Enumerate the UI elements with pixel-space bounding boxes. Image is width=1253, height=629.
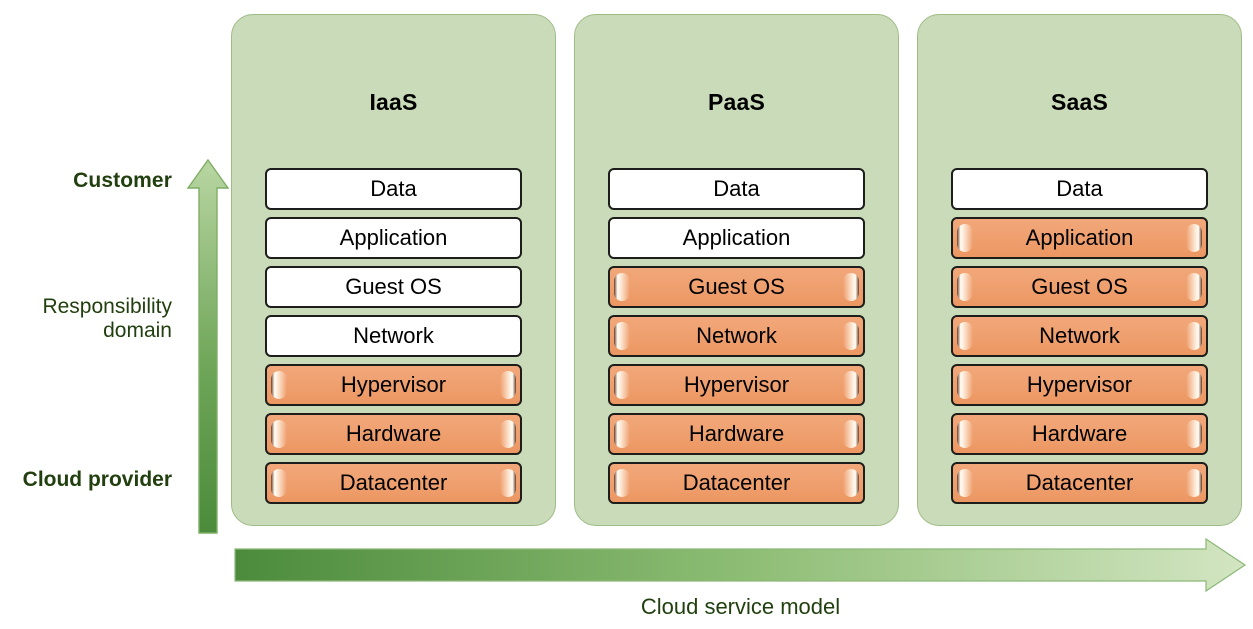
layer-label: Datacenter	[339, 470, 448, 495]
layer-box-data[interactable]: Data	[608, 168, 865, 210]
layer-box-hardware[interactable]: Hardware	[951, 413, 1208, 455]
layer-stack-paas: Data Application Guest OS Network Hyperv…	[608, 168, 865, 504]
bevel-highlight-right-icon	[1186, 420, 1202, 448]
bevel-highlight-left-icon	[614, 273, 630, 301]
layer-label: Data	[370, 176, 417, 201]
layer-label: Guest OS	[1031, 274, 1128, 299]
bevel-highlight-left-icon	[957, 371, 973, 399]
bevel-highlight-left-icon	[957, 273, 973, 301]
layer-box-hypervisor[interactable]: Hypervisor	[265, 364, 522, 406]
layer-box-data[interactable]: Data	[951, 168, 1208, 210]
bevel-highlight-right-icon	[1186, 273, 1202, 301]
bevel-highlight-right-icon	[500, 420, 516, 448]
bevel-highlight-right-icon	[843, 469, 859, 497]
layer-label: Network	[353, 323, 434, 348]
bevel-highlight-left-icon	[614, 371, 630, 399]
layer-label: Hypervisor	[1026, 372, 1133, 397]
panel-title-iaas: IaaS	[369, 89, 418, 115]
layer-box-network[interactable]: Network	[951, 315, 1208, 357]
layer-box-guest-os[interactable]: Guest OS	[265, 266, 522, 308]
layer-box-datacenter[interactable]: Datacenter	[608, 462, 865, 504]
layer-label: Data	[713, 176, 760, 201]
layer-label: Network	[1039, 323, 1120, 348]
layer-box-guest-os[interactable]: Guest OS	[608, 266, 865, 308]
bevel-highlight-left-icon	[957, 224, 973, 252]
layer-box-data[interactable]: Data	[265, 168, 522, 210]
layer-label: Datacenter	[682, 470, 791, 495]
bevel-highlight-right-icon	[843, 371, 859, 399]
layer-label: Network	[696, 323, 777, 348]
bevel-highlight-left-icon	[957, 420, 973, 448]
layer-box-datacenter[interactable]: Datacenter	[265, 462, 522, 504]
layer-box-application[interactable]: Application	[951, 217, 1208, 259]
layer-label: Application	[339, 225, 448, 250]
layer-label: Hardware	[1031, 421, 1128, 446]
up-arrow-icon	[186, 158, 230, 534]
panel-title-saas: SaaS	[1050, 89, 1109, 115]
bevel-highlight-left-icon	[271, 420, 287, 448]
layer-box-guest-os[interactable]: Guest OS	[951, 266, 1208, 308]
layer-label: Application	[1025, 225, 1134, 250]
cloud-service-model-label: Cloud service model	[640, 594, 841, 619]
bevel-highlight-right-icon	[843, 420, 859, 448]
bevel-highlight-right-icon	[1186, 469, 1202, 497]
layer-box-network[interactable]: Network	[608, 315, 865, 357]
layer-label: Application	[682, 225, 791, 250]
bevel-highlight-right-icon	[1186, 224, 1202, 252]
bevel-highlight-left-icon	[271, 469, 287, 497]
bevel-highlight-right-icon	[500, 469, 516, 497]
service-panel-iaas[interactable]: IaaS Data Application Guest OS Network H…	[231, 14, 556, 526]
layer-box-hardware[interactable]: Hardware	[265, 413, 522, 455]
layer-label: Hypervisor	[340, 372, 447, 397]
service-panel-saas[interactable]: SaaS Data Application Guest OS Network H…	[917, 14, 1242, 526]
layer-stack-saas: Data Application Guest OS Network Hyperv	[951, 168, 1208, 504]
layer-label: Datacenter	[1025, 470, 1134, 495]
layer-label: Hardware	[688, 421, 785, 446]
bevel-highlight-left-icon	[957, 322, 973, 350]
bevel-highlight-left-icon	[614, 322, 630, 350]
panel-title-paas: PaaS	[707, 89, 766, 115]
responsibility-bottom-label: Cloud provider	[22, 468, 172, 491]
layer-label: Guest OS	[345, 274, 442, 299]
layer-box-application[interactable]: Application	[265, 217, 522, 259]
bevel-highlight-right-icon	[1186, 371, 1202, 399]
layer-label: Data	[1056, 176, 1103, 201]
layer-box-application[interactable]: Application	[608, 217, 865, 259]
layer-label: Hypervisor	[683, 372, 790, 397]
layer-label: Hardware	[345, 421, 442, 446]
bevel-highlight-left-icon	[614, 420, 630, 448]
bevel-highlight-right-icon	[843, 273, 859, 301]
layer-stack-iaas: Data Application Guest OS Network Hyperv…	[265, 168, 522, 504]
bevel-highlight-right-icon	[500, 371, 516, 399]
layer-box-hypervisor[interactable]: Hypervisor	[951, 364, 1208, 406]
layer-box-network[interactable]: Network	[265, 315, 522, 357]
layer-box-hypervisor[interactable]: Hypervisor	[608, 364, 865, 406]
responsibility-axis-label: Responsibility domain	[42, 295, 172, 342]
bevel-highlight-right-icon	[1186, 322, 1202, 350]
bevel-highlight-right-icon	[843, 322, 859, 350]
layer-box-hardware[interactable]: Hardware	[608, 413, 865, 455]
right-arrow-icon	[234, 538, 1247, 592]
bevel-highlight-left-icon	[271, 371, 287, 399]
service-panel-paas[interactable]: PaaS Data Application Guest OS Network H…	[574, 14, 899, 526]
responsibility-top-label: Customer	[73, 169, 172, 192]
layer-box-datacenter[interactable]: Datacenter	[951, 462, 1208, 504]
layer-label: Guest OS	[688, 274, 785, 299]
bevel-highlight-left-icon	[957, 469, 973, 497]
cloud-service-model-columns: IaaS Data Application Guest OS Network H…	[231, 14, 1242, 526]
bevel-highlight-left-icon	[614, 469, 630, 497]
